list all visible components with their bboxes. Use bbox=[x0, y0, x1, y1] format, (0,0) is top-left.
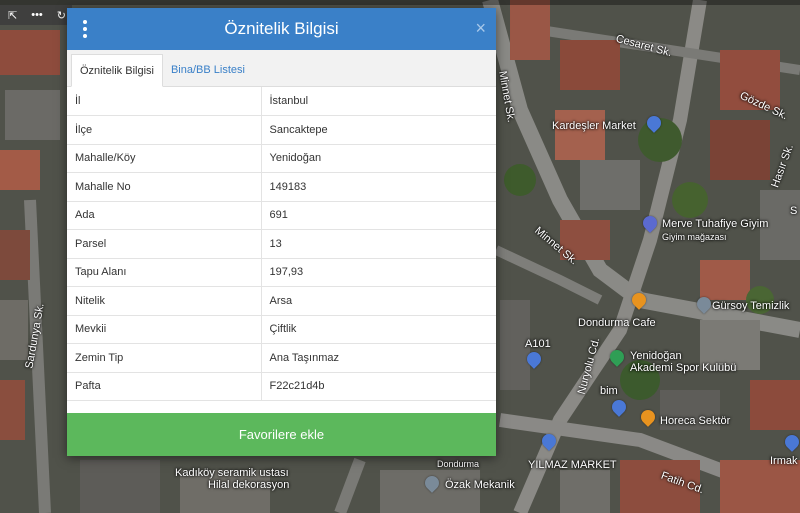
map-label-dondurma: Dondurma bbox=[437, 459, 480, 469]
tab-building-list[interactable]: Bina/BB Listesi bbox=[163, 53, 253, 86]
map-label-s: S bbox=[790, 205, 798, 217]
attr-value: Ana Taşınmaz bbox=[261, 343, 496, 373]
close-icon[interactable]: × bbox=[475, 18, 486, 39]
attr-key: Ada bbox=[67, 201, 262, 230]
table-row: Pafta F22c21d4b bbox=[67, 372, 496, 401]
table-row: Mevkii Çiftlik bbox=[67, 315, 496, 344]
map-tool-refresh-icon[interactable]: ↻ bbox=[57, 9, 66, 22]
add-favorites-button[interactable]: Favorilere ekle bbox=[67, 413, 496, 456]
attr-value: 197,93 bbox=[261, 258, 496, 287]
attr-key: Parsel bbox=[67, 229, 262, 259]
map-label-gursoy: Gürsoy Temizlik bbox=[712, 300, 790, 312]
attribute-info-dialog: Öznitelik Bilgisi × Öznitelik Bilgisi Bi… bbox=[67, 8, 496, 456]
map-label-yilmaz: YILMAZ MARKET bbox=[528, 459, 617, 471]
attr-value: 13 bbox=[261, 229, 496, 259]
vertical-menu-icon[interactable] bbox=[81, 20, 89, 38]
attr-value: Yenidoğan bbox=[261, 144, 496, 173]
table-row: İl İstanbul bbox=[67, 87, 496, 116]
attr-key: İlçe bbox=[67, 115, 262, 145]
map-label-horeca: Horeca Sektör bbox=[660, 415, 731, 427]
tab-attribute-info[interactable]: Öznitelik Bilgisi bbox=[71, 54, 163, 87]
attr-key: Tapu Alanı bbox=[67, 258, 262, 287]
table-row: Nitelik Arsa bbox=[67, 286, 496, 316]
map-label-hilal: Hilal dekorasyon bbox=[208, 479, 290, 491]
map-label-bim: bim bbox=[600, 385, 618, 397]
map-label-a101: A101 bbox=[525, 338, 551, 350]
table-row: Ada 691 bbox=[67, 201, 496, 230]
attr-value: Çiftlik bbox=[261, 315, 496, 344]
attribute-table: İl İstanbul İlçe Sancaktepe Mahalle/Köy … bbox=[67, 87, 496, 401]
attr-key: Mevkii bbox=[67, 315, 262, 344]
map-toolbar: ⇱ ••• ↻ bbox=[0, 5, 72, 25]
attr-value: Arsa bbox=[261, 286, 496, 316]
dialog-title: Öznitelik Bilgisi bbox=[224, 19, 339, 38]
table-row: Tapu Alanı 197,93 bbox=[67, 258, 496, 287]
attr-key: İl bbox=[67, 87, 262, 116]
map-tool-expand-icon[interactable]: ⇱ bbox=[8, 9, 17, 22]
dialog-tabs: Öznitelik Bilgisi Bina/BB Listesi bbox=[67, 50, 496, 87]
attr-key: Pafta bbox=[67, 372, 262, 401]
table-row: İlçe Sancaktepe bbox=[67, 115, 496, 145]
map-label-kadikoy: Kadıköy seramik ustası bbox=[175, 467, 289, 479]
attr-value: Sancaktepe bbox=[261, 115, 496, 145]
map-top-strip bbox=[0, 0, 800, 5]
map-label-merve: Merve Tuhafiye Giyim bbox=[662, 218, 769, 230]
map-label-ozak: Özak Mekanik bbox=[445, 479, 515, 491]
table-row: Mahalle No 149183 bbox=[67, 172, 496, 202]
map-label-yenidogan: Yenidoğan bbox=[630, 350, 682, 362]
dialog-header: Öznitelik Bilgisi × bbox=[67, 8, 496, 50]
map-label-irmak: Irmak bbox=[770, 455, 798, 467]
attr-key: Zemin Tip bbox=[67, 343, 262, 373]
map-label-kardesler: Kardeşler Market bbox=[552, 120, 636, 132]
attr-key: Mahalle No bbox=[67, 172, 262, 202]
attr-value: 149183 bbox=[261, 172, 496, 202]
map-label-dondurma-cafe: Dondurma Cafe bbox=[578, 317, 656, 329]
map-tool-more-icon[interactable]: ••• bbox=[31, 9, 43, 21]
attr-value: F22c21d4b bbox=[261, 372, 496, 401]
attr-key: Mahalle/Köy bbox=[67, 144, 262, 173]
map-label-merve-sub: Giyim mağazası bbox=[662, 232, 727, 242]
map-label-akademi: Akademi Spor Kulübü bbox=[630, 362, 737, 374]
attr-key: Nitelik bbox=[67, 286, 262, 316]
table-row: Mahalle/Köy Yenidoğan bbox=[67, 144, 496, 173]
table-row: Zemin Tip Ana Taşınmaz bbox=[67, 343, 496, 373]
attr-value: İstanbul bbox=[261, 87, 496, 116]
attr-value: 691 bbox=[261, 201, 496, 230]
table-row: Parsel 13 bbox=[67, 229, 496, 259]
